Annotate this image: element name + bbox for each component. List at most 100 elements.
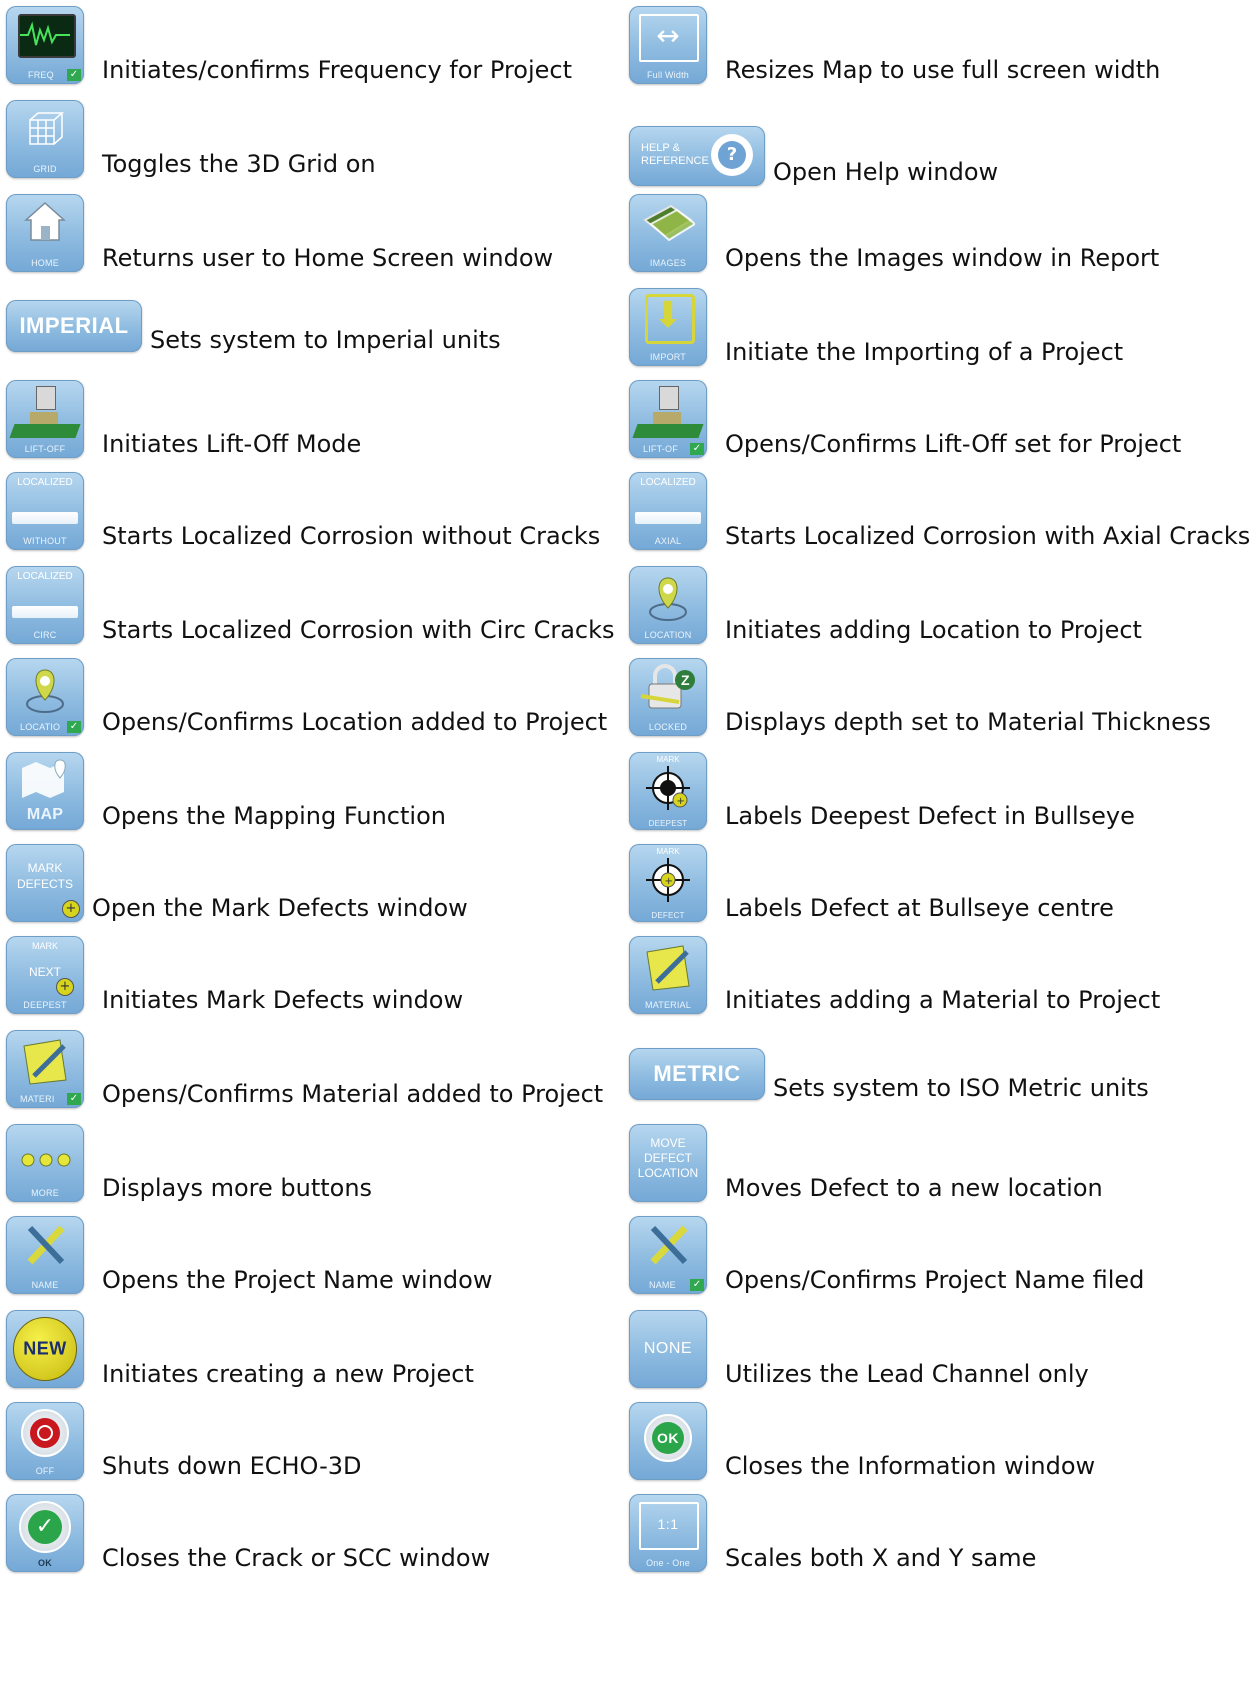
move-defect-icon: MOVE DEFECT LOCATION [629,1124,707,1202]
full-width-icon: ↔ Full Width [629,6,707,84]
row-description: Opens/Confirms Project Name filed [725,1266,1145,1294]
row-description: Starts Localized Corrosion without Crack… [102,522,601,550]
legend-row: MORE Displays more buttons [6,1124,372,1202]
row-description: Returns user to Home Screen window [102,244,554,272]
legend-row: ✓ OK Closes the Crack or SCC window [6,1494,490,1572]
row-description: Labels Defect at Bullseye centre [725,894,1114,922]
row-description: Resizes Map to use full screen width [725,56,1161,84]
power-off-icon: OFF [6,1402,84,1480]
legend-row: MARK + DEFECT Labels Defect at Bullseye … [629,844,1114,922]
help-icon: HELP & REFERENCE ? [629,126,765,186]
import-icon: ⬇ IMPORT [629,288,707,366]
row-description: Opens the Project Name window [102,1266,493,1294]
location-icon: LOCATION [629,566,707,644]
row-description: Starts Localized Corrosion with Circ Cra… [102,616,615,644]
legend-row: IMAGES Opens the Images window in Report [629,194,1159,272]
row-description: Opens/Confirms Lift-Off set for Project [725,430,1182,458]
row-description: Open Help window [773,158,999,186]
row-description: Initiates Lift-Off Mode [102,430,362,458]
legend-row: MATERIAL Initiates adding a Material to … [629,936,1160,1014]
legend-row: NONE Utilizes the Lead Channel only [629,1310,1089,1388]
row-description: Opens the Mapping Function [102,802,446,830]
row-description: Moves Defect to a new location [725,1174,1103,1202]
legend-row: FREQ ✓ Initiates/confirms Frequency for … [6,6,572,84]
legend-row: MOVE DEFECT LOCATION Moves Defect to a new… [629,1124,1103,1202]
home-icon: HOME [6,194,84,272]
location-confirm-icon: LOCATIO ✓ [6,658,84,736]
legend-row: LOCALIZED CIRC Starts Localized Corrosio… [6,566,615,644]
row-description: Closes the Information window [725,1452,1096,1480]
grid-icon: GRID [6,100,84,178]
legend-row: HOME Returns user to Home Screen window [6,194,553,272]
row-description: Displays more buttons [102,1174,373,1202]
ok-check-icon: ✓ OK [6,1494,84,1572]
row-description: Open the Mark Defects window [92,894,468,922]
one-to-one-icon: 1:1 One - One [629,1494,707,1572]
row-description: Closes the Crack or SCC window [102,1544,491,1572]
legend-row: IMPERIAL Sets system to Imperial units [6,300,501,354]
row-description: Utilizes the Lead Channel only [725,1360,1089,1388]
freq-icon: FREQ ✓ [6,6,84,84]
row-description: Initiates/confirms Frequency for Project [102,56,573,84]
row-description: Shuts down ECHO-3D [102,1452,362,1480]
mark-deepest-icon: MARK + DEEPEST [629,752,707,830]
row-description: Starts Localized Corrosion with Axial Cr… [725,522,1251,550]
new-icon: NEW [6,1310,84,1388]
mark-defects-icon: MARK DEFECTS + [6,844,84,922]
legend-row: MATERI ✓ Opens/Confirms Material added t… [6,1030,603,1108]
localized-axial-icon: LOCALIZED AXIAL [629,472,707,550]
none-icon: NONE [629,1310,707,1388]
legend-row: MAP Opens the Mapping Function [6,752,446,830]
row-description: Sets system to ISO Metric units [773,1074,1149,1102]
material-icon: MATERIAL [629,936,707,1014]
row-description: Initiates creating a new Project [102,1360,474,1388]
legend-row: MARK DEFECTS + Open the Mark Defects wind… [6,844,468,922]
name-confirm-icon: NAME ✓ [629,1216,707,1294]
legend-row: METRIC Sets system to ISO Metric units [629,1048,1149,1102]
legend-row: MARK NEXT + DEEPEST Initiates Mark Defec… [6,936,463,1014]
row-description: Sets system to Imperial units [150,326,501,354]
name-icon: NAME [6,1216,84,1294]
row-description: Initiates adding a Material to Project [725,986,1161,1014]
mark-defect-icon: MARK + DEFECT [629,844,707,922]
lift-off-icon: LIFT-OFF [6,380,84,458]
legend-row: OFF Shuts down ECHO-3D [6,1402,362,1480]
row-description: Labels Deepest Defect in Bullseye [725,802,1135,830]
images-icon: IMAGES [629,194,707,272]
row-description: Initiates Mark Defects window [102,986,464,1014]
mark-next-deepest-icon: MARK NEXT + DEEPEST [6,936,84,1014]
metric-icon: METRIC [629,1048,765,1100]
row-description: Initiates adding Location to Project [725,616,1142,644]
legend-row: LOCATION Initiates adding Location to Pr… [629,566,1142,644]
legend-row: NAME ✓ Opens/Confirms Project Name filed [629,1216,1144,1294]
material-confirm-icon: MATERI ✓ [6,1030,84,1108]
more-icon: MORE [6,1124,84,1202]
row-description: Opens the Images window in Report [725,244,1160,272]
legend-row: NAME Opens the Project Name window [6,1216,492,1294]
svg-text:+: + [665,876,673,887]
row-description: Opens/Confirms Material added to Project [102,1080,604,1108]
legend-row: ⬇ IMPORT Initiate the Importing of a Pro… [629,288,1123,366]
legend-row: MARK + DEEPEST Labels Deepest Defect in … [629,752,1135,830]
map-icon: MAP [6,752,84,830]
legend-row: LIFT-OF ✓ Opens/Confirms Lift-Off set fo… [629,380,1181,458]
legend-row: LOCALIZED AXIAL Starts Localized Corrosi… [629,472,1250,550]
row-description: Toggles the 3D Grid on [102,150,376,178]
localized-without-icon: LOCALIZED WITHOUT [6,472,84,550]
locked-icon: Z LOCKED [629,658,707,736]
imperial-icon: IMPERIAL [6,300,142,352]
legend-row: LOCALIZED WITHOUT Starts Localized Corro… [6,472,600,550]
legend-row: HELP & REFERENCE ? Open Help window [629,126,998,186]
svg-text:Z: Z [681,672,690,688]
svg-text:+: + [677,796,685,807]
ok-icon: OK [629,1402,707,1480]
legend-row: ↔ Full Width Resizes Map to use full scr… [629,6,1160,84]
legend-row: LOCATIO ✓ Opens/Confirms Location added … [6,658,607,736]
legend-row: NEW Initiates creating a new Project [6,1310,474,1388]
legend-row: GRID Toggles the 3D Grid on [6,100,376,178]
row-description: Scales both X and Y same [725,1544,1037,1572]
row-description: Opens/Confirms Location added to Project [102,708,608,736]
lift-off-confirm-icon: LIFT-OF ✓ [629,380,707,458]
localized-circ-icon: LOCALIZED CIRC [6,566,84,644]
legend-row: Z LOCKED Displays depth set to Material … [629,658,1211,736]
